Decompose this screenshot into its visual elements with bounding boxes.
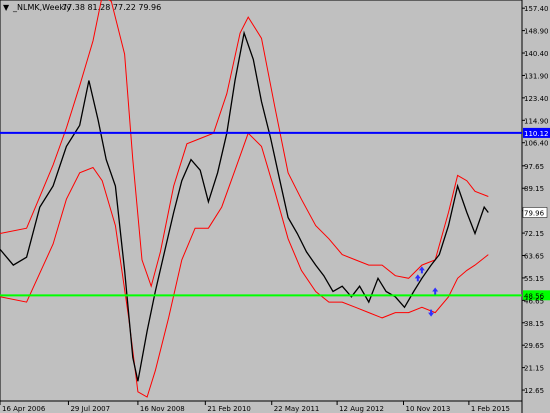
x-tick-label: 16 Nov 2008: [140, 405, 185, 413]
x-tick-label: 29 Jul 2007: [70, 405, 110, 413]
y-tick-label: 38.15: [524, 320, 544, 328]
y-tick-label: 46.65: [524, 297, 544, 305]
y-tick-label: 97.65: [524, 163, 544, 171]
last-price-tag: 79.96: [522, 207, 548, 218]
y-tick-label: 148.90: [524, 28, 549, 36]
y-tick-label: 106.40: [524, 140, 549, 148]
y-tick-label: 140.40: [524, 50, 549, 58]
y-tick-label: 131.90: [524, 72, 549, 80]
y-tick-label: 63.65: [524, 253, 544, 261]
chart-window[interactable]: ▼ _NLMK,Weekly 77.38 81.28 77.22 79.96 1…: [0, 0, 550, 413]
x-tick-label: 21 Feb 2010: [207, 405, 251, 413]
x-tick-label: 12 Aug 2012: [339, 405, 384, 413]
menu-triangle-icon[interactable]: ▼: [3, 3, 10, 12]
price-chart[interactable]: ▼ _NLMK,Weekly 77.38 81.28 77.22 79.96 1…: [0, 0, 550, 413]
x-tick-label: 16 Apr 2006: [2, 405, 46, 413]
y-tick-label: 72.15: [524, 230, 544, 238]
x-tick-label: 10 Nov 2013: [406, 405, 451, 413]
level-tag-110.12: 110.12: [524, 130, 549, 138]
y-tick-label: 12.65: [524, 387, 544, 395]
y-tick-label: 114.90: [524, 117, 549, 125]
y-tick-label: 157.40: [524, 5, 549, 13]
y-tick-label: 123.40: [524, 95, 549, 103]
y-tick-label: 21.15: [524, 365, 544, 373]
last-price-label: 79.96: [524, 209, 545, 217]
x-tick-label: 1 Feb 2015: [471, 405, 510, 413]
x-tick-label: 22 May 2011: [274, 405, 320, 413]
y-tick-label: 29.65: [524, 342, 544, 350]
y-tick-label: 89.15: [524, 185, 544, 193]
chart-background: [0, 0, 550, 413]
y-tick-label: 55.15: [524, 275, 544, 283]
